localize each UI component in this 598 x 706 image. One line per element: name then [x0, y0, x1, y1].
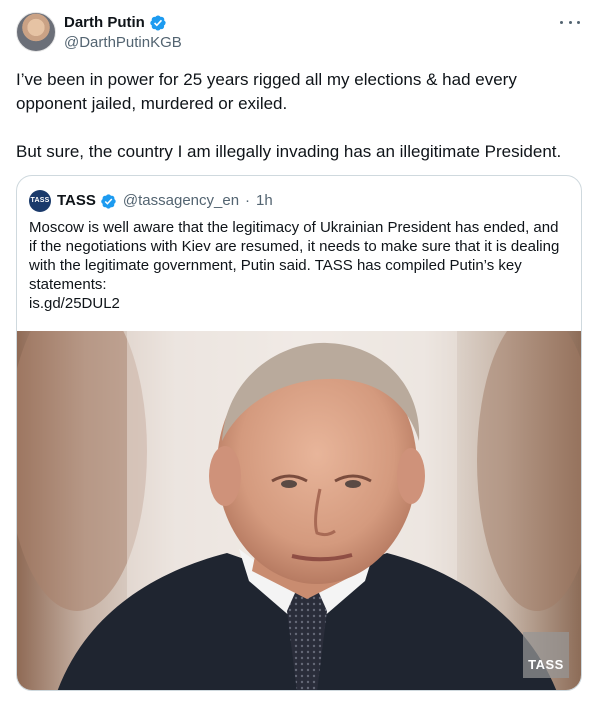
verified-badge-icon — [101, 193, 116, 209]
quoted-tweet[interactable]: TASS TASS @tassagency_en · 1h Moscow is … — [16, 175, 582, 691]
quoted-display-name: TASS — [57, 192, 96, 209]
author-display-name[interactable]: Darth Putin — [64, 13, 145, 33]
quoted-tweet-text: Moscow is well aware that the legitimacy… — [29, 218, 569, 313]
portrait-illustration — [17, 331, 581, 690]
quoted-separator: · — [245, 192, 251, 209]
quoted-avatar: TASS — [29, 190, 51, 212]
verified-badge-icon — [150, 15, 166, 31]
author-name-row: Darth Putin — [64, 13, 167, 33]
quoted-text-body: Moscow is well aware that the legitimacy… — [29, 219, 560, 293]
quoted-handle: @tassagency_en — [122, 192, 240, 209]
quoted-tweet-header: TASS TASS @tassagency_en · 1h — [29, 190, 273, 212]
tweet-text-paragraph-1: I’ve been in power for 25 years rigged a… — [16, 70, 517, 113]
tweet-text-paragraph-2: But sure, the country I am illegally inv… — [16, 142, 562, 161]
quoted-timestamp: 1h — [256, 192, 273, 209]
tweet: Darth Putin @DarthPutinKGB I’ve been in … — [0, 0, 598, 706]
quoted-link[interactable]: is.gd/25DUL2 — [29, 294, 569, 313]
avatar[interactable] — [16, 12, 56, 52]
author-handle[interactable]: @DarthPutinKGB — [64, 33, 182, 53]
tweet-text: I’ve been in power for 25 years rigged a… — [16, 68, 582, 164]
more-dot — [568, 20, 572, 24]
tass-watermark: TASS — [523, 632, 569, 678]
more-dot — [560, 20, 563, 24]
more-horizontal-icon[interactable] — [560, 14, 580, 30]
quoted-media-image[interactable]: TASS — [17, 331, 581, 690]
more-dot — [577, 20, 580, 24]
